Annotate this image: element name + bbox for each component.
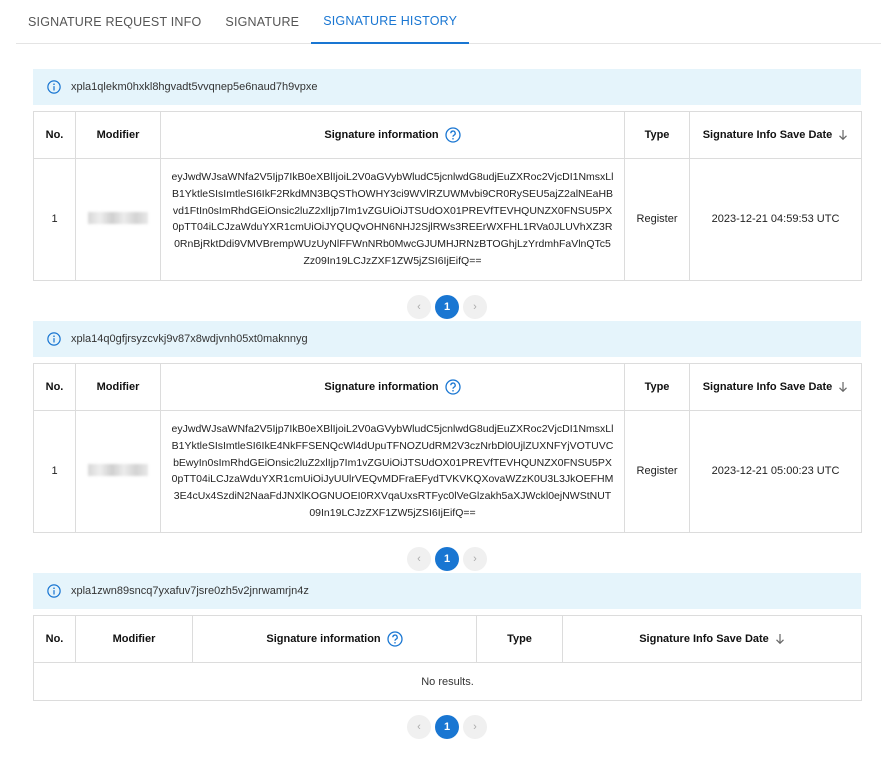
col-signature-info-label: Signature information xyxy=(266,632,381,645)
row-date: 2023-12-21 04:59:53 UTC xyxy=(689,158,862,281)
sort-down-icon[interactable] xyxy=(838,129,848,141)
page-number-button[interactable]: 1 xyxy=(435,546,459,571)
tab-bar: SIGNATURE REQUEST INFO SIGNATURE SIGNATU… xyxy=(16,0,881,44)
table-row: 1 eyJwdWJsaWNfa2V5Ijp7IkB0eXBlIjoiL2V0aG… xyxy=(33,158,862,281)
next-page-button[interactable]: › xyxy=(463,294,487,319)
col-save-date-label: Signature Info Save Date xyxy=(702,128,833,141)
row-signature: eyJwdWJsaWNfa2V5Ijp7IkB0eXBlIjoiL2V0aGVy… xyxy=(160,158,625,281)
tab-signature-request-info[interactable]: SIGNATURE REQUEST INFO xyxy=(16,0,213,43)
row-no: 1 xyxy=(33,158,76,281)
col-signature-info: Signature information xyxy=(192,615,477,663)
pagination: ‹ 1 › xyxy=(33,294,861,319)
tab-signature[interactable]: SIGNATURE xyxy=(213,0,311,43)
history-table: No. Modifier Signature information Type … xyxy=(33,111,862,281)
prev-page-button[interactable]: ‹ xyxy=(407,546,431,571)
row-modifier xyxy=(75,158,161,281)
col-save-date-label: Signature Info Save Date xyxy=(702,380,833,393)
address-banner: xpla1zwn89sncq7yxafuv7jsre0zh5v2jnrwamrj… xyxy=(33,573,861,609)
address-banner: xpla1qlekm0hxkl8hgvadt5vvqnep5e6naud7h9v… xyxy=(33,69,861,105)
col-modifier: Modifier xyxy=(75,111,161,159)
table-row: 1 eyJwdWJsaWNfa2V5Ijp7IkB0eXBlIjoiL2V0aG… xyxy=(33,410,862,533)
history-section: xpla14q0gfjrsyzcvkj9v87x8wdjvnh05xt0makn… xyxy=(33,321,862,571)
col-signature-info-label: Signature information xyxy=(324,128,439,141)
col-save-date[interactable]: Signature Info Save Date xyxy=(689,363,862,411)
info-icon xyxy=(47,332,61,346)
row-type: Register xyxy=(624,158,690,281)
col-signature-info: Signature information xyxy=(160,363,625,411)
history-section: xpla1qlekm0hxkl8hgvadt5vvqnep5e6naud7h9v… xyxy=(33,69,862,319)
col-signature-info: Signature information xyxy=(160,111,625,159)
col-no: No. xyxy=(33,111,76,159)
row-modifier xyxy=(75,410,161,533)
col-save-date-label: Signature Info Save Date xyxy=(639,632,769,645)
col-save-date[interactable]: Signature Info Save Date xyxy=(689,111,862,159)
col-modifier: Modifier xyxy=(75,615,193,663)
sort-down-icon[interactable] xyxy=(838,381,848,393)
next-page-button[interactable]: › xyxy=(463,715,487,739)
history-table: No. Modifier Signature information Type … xyxy=(33,363,862,533)
col-signature-info-label: Signature information xyxy=(324,380,439,393)
col-save-date[interactable]: Signature Info Save Date xyxy=(562,615,862,663)
row-no: 1 xyxy=(33,410,76,533)
prev-page-button[interactable]: ‹ xyxy=(407,294,431,319)
col-no: No. xyxy=(33,615,76,663)
prev-page-button[interactable]: ‹ xyxy=(407,715,431,739)
page-number-button[interactable]: 1 xyxy=(435,294,459,319)
row-signature: eyJwdWJsaWNfa2V5Ijp7IkB0eXBlIjoiL2V0aGVy… xyxy=(160,410,625,533)
help-icon[interactable] xyxy=(444,127,461,143)
col-type: Type xyxy=(624,111,690,159)
address-text: xpla1qlekm0hxkl8hgvadt5vvqnep5e6naud7h9v… xyxy=(71,81,318,93)
col-modifier: Modifier xyxy=(75,363,161,411)
address-banner: xpla14q0gfjrsyzcvkj9v87x8wdjvnh05xt0makn… xyxy=(33,321,861,357)
no-results-text: No results. xyxy=(33,662,862,701)
col-type: Type xyxy=(476,615,563,663)
pagination: ‹ 1 › xyxy=(33,546,861,571)
sort-down-icon[interactable] xyxy=(775,633,785,645)
history-table: No. Modifier Signature information Type … xyxy=(33,615,862,701)
history-section: xpla1zwn89sncq7yxafuv7jsre0zh5v2jnrwamrj… xyxy=(33,573,862,739)
tab-signature-history[interactable]: SIGNATURE HISTORY xyxy=(311,0,470,44)
help-icon[interactable] xyxy=(386,631,403,647)
help-icon[interactable] xyxy=(444,379,461,395)
address-text: xpla1zwn89sncq7yxafuv7jsre0zh5v2jnrwamrj… xyxy=(71,585,309,597)
modifier-redacted xyxy=(88,211,148,224)
row-type: Register xyxy=(624,410,690,533)
info-icon xyxy=(47,80,61,94)
empty-row: No results. xyxy=(33,662,862,701)
next-page-button[interactable]: › xyxy=(463,546,487,571)
col-no: No. xyxy=(33,363,76,411)
page-number-button[interactable]: 1 xyxy=(435,715,459,739)
col-type: Type xyxy=(624,363,690,411)
modifier-redacted xyxy=(88,463,148,476)
address-text: xpla14q0gfjrsyzcvkj9v87x8wdjvnh05xt0makn… xyxy=(71,333,308,345)
pagination: ‹ 1 › xyxy=(33,715,861,739)
info-icon xyxy=(47,584,61,598)
row-date: 2023-12-21 05:00:23 UTC xyxy=(689,410,862,533)
